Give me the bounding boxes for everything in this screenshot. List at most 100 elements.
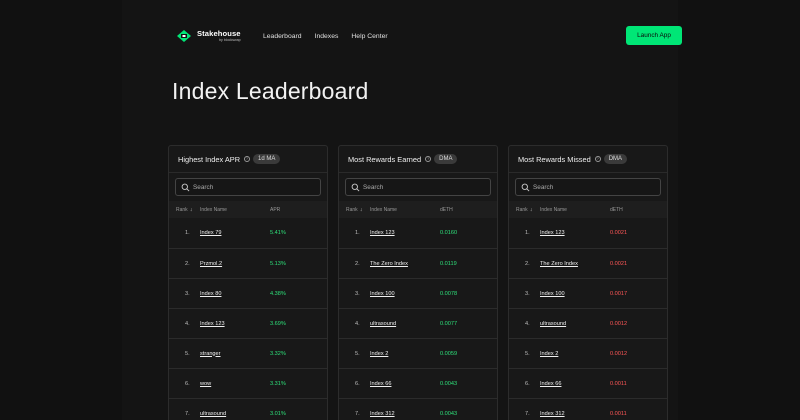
rank-cell: 1.	[525, 230, 530, 236]
table-row: 3. Index 80 4.38%	[169, 278, 327, 308]
value-cell: 0.0011	[610, 380, 627, 387]
column-header-rank[interactable]: Rank ↓	[339, 207, 370, 213]
index-name-link[interactable]: Index 100	[370, 291, 440, 297]
info-icon[interactable]: ?	[594, 156, 601, 162]
rank-cell: 2.	[355, 260, 360, 267]
search-box[interactable]	[515, 178, 661, 196]
table-row: 3. Index 100 0.0078	[339, 278, 497, 308]
table-row: 6. wow 3.31%	[169, 368, 327, 398]
card-header: Highest Index APR? 1d MA	[169, 146, 327, 173]
nav-link-leaderboard[interactable]: Leaderboard	[263, 33, 302, 40]
nav-links: Leaderboard Indexes Help Center	[263, 33, 401, 40]
info-icon[interactable]: ?	[425, 156, 432, 162]
table-row: 7. ultrasound 3.01%	[169, 398, 327, 420]
table-row: 1. Index 123 0.0021	[509, 218, 667, 248]
rank-cell: 3.	[525, 290, 530, 297]
column-header-index-name: Index Name	[370, 206, 397, 213]
rank-cell: 1.	[185, 230, 190, 236]
rank-cell: 1.	[355, 230, 360, 236]
search-input[interactable]	[533, 183, 643, 191]
card-highest-index-apr: Highest Index APR?1d MA Rank↓Index Name AP…	[168, 145, 328, 420]
rank-cell: 2.	[525, 260, 530, 267]
sort-down-icon: ↓	[189, 206, 193, 213]
search-input[interactable]	[363, 183, 473, 191]
index-name-link[interactable]: Index 123	[200, 321, 270, 327]
value-cell: 0.0059	[440, 350, 458, 357]
value-cell: 0.0017	[610, 290, 628, 297]
column-header-value: dETH	[440, 206, 453, 213]
ma-badge[interactable]: 1d MA	[253, 154, 281, 164]
index-name-link[interactable]: stranger	[200, 351, 270, 357]
brand-logo[interactable]: Stakehouse by blockswap	[176, 29, 252, 43]
index-name-link[interactable]: Index 312	[370, 411, 440, 417]
index-name-link[interactable]: Index 123	[540, 230, 610, 236]
card-most-rewards-missed: Most Rewards Missed?DMARank↓Index NamedE…	[508, 145, 668, 420]
search-wrap	[509, 173, 667, 201]
column-header-value: APR	[270, 206, 281, 213]
value-cell: 0.0043	[440, 410, 458, 417]
value-cell: 0.0043	[440, 380, 458, 387]
index-name-link[interactable]: Index 66	[540, 381, 610, 387]
index-name-link[interactable]: Index 2	[540, 351, 610, 357]
index-name-link[interactable]: ultrasound	[370, 321, 440, 327]
search-wrap	[169, 173, 327, 201]
value-cell: 3.31%	[270, 380, 286, 387]
table-row: 1. Index 123 0.0160	[339, 218, 497, 248]
search-box[interactable]	[175, 178, 321, 196]
index-name-link[interactable]: ultrasound	[200, 411, 270, 417]
search-wrap	[339, 173, 497, 201]
sort-down-icon: ↓	[359, 206, 363, 213]
index-name-link[interactable]: Index 312	[540, 411, 610, 417]
brand-name: Stakehouse	[197, 28, 241, 38]
card-title: Highest Index APR	[178, 154, 241, 164]
index-name-link[interactable]: Przmol.2	[200, 261, 270, 267]
search-input[interactable]	[193, 183, 303, 191]
column-header-index-name: Index Name	[540, 206, 567, 213]
stakehouse-logo-icon	[176, 29, 192, 43]
table-row: 2. The Zero Index 0.0021	[509, 248, 667, 278]
value-cell: 0.0021	[610, 230, 628, 236]
column-header-rank[interactable]: Rank ↓	[509, 207, 540, 213]
value-cell: 0.0012	[610, 320, 628, 327]
table-header: Rank ↓ Index Name dETH	[339, 201, 497, 218]
table-row: 2. Przmol.2 5.13%	[169, 248, 327, 278]
index-name-link[interactable]: wow	[200, 381, 270, 387]
brand-text: Stakehouse by blockswap	[197, 30, 241, 42]
index-name-link[interactable]: Index 79	[200, 230, 270, 236]
table-row: 2. The Zero Index 0.0119	[339, 248, 497, 278]
column-header-index-name: Index Name	[200, 206, 227, 213]
column-label: Rank	[516, 206, 528, 213]
rank-cell: 3.	[185, 290, 190, 297]
column-label: Rank	[346, 206, 358, 213]
index-name-link[interactable]: Index 100	[540, 291, 610, 297]
ma-badge[interactable]: DMA	[603, 154, 628, 164]
index-name-link[interactable]: Index 123	[370, 230, 440, 236]
rank-cell: 4.	[355, 320, 360, 327]
column-header-rank[interactable]: Rank ↓	[169, 207, 200, 213]
index-name-link[interactable]: ultrasound	[540, 321, 610, 327]
index-name-link[interactable]: The Zero Index	[370, 261, 440, 267]
rank-cell: 7.	[185, 410, 190, 417]
nav-link-indexes[interactable]: Indexes	[315, 33, 339, 40]
index-name-link[interactable]: The Zero Index	[540, 261, 610, 267]
index-name-link[interactable]: Index 2	[370, 351, 440, 357]
column-header-value: dETH	[610, 206, 623, 213]
value-cell: 0.0077	[440, 320, 458, 327]
table-row: 1. Index 79 5.41%	[169, 218, 327, 248]
index-name-link[interactable]: Index 80	[200, 291, 270, 297]
info-icon[interactable]: ?	[244, 156, 251, 162]
value-cell: 0.0160	[440, 230, 458, 236]
nav-link-help-center[interactable]: Help Center	[351, 33, 387, 40]
ma-badge[interactable]: DMA	[434, 154, 458, 164]
launch-app-button[interactable]: Launch App	[626, 26, 682, 45]
table-row: 5. Index 2 0.0059	[339, 338, 497, 368]
rank-cell: 4.	[525, 320, 530, 327]
rank-cell: 6.	[185, 380, 190, 387]
card-header: Most Rewards Earned? DMA	[339, 146, 497, 173]
sort-down-icon: ↓	[529, 206, 533, 213]
table-header: Rank ↓ Index Name dETH	[509, 201, 667, 218]
index-name-link[interactable]: Index 66	[370, 381, 440, 387]
table-row: 7. Index 312 0.0043	[339, 398, 497, 420]
search-icon	[351, 183, 360, 191]
search-box[interactable]	[345, 178, 491, 196]
